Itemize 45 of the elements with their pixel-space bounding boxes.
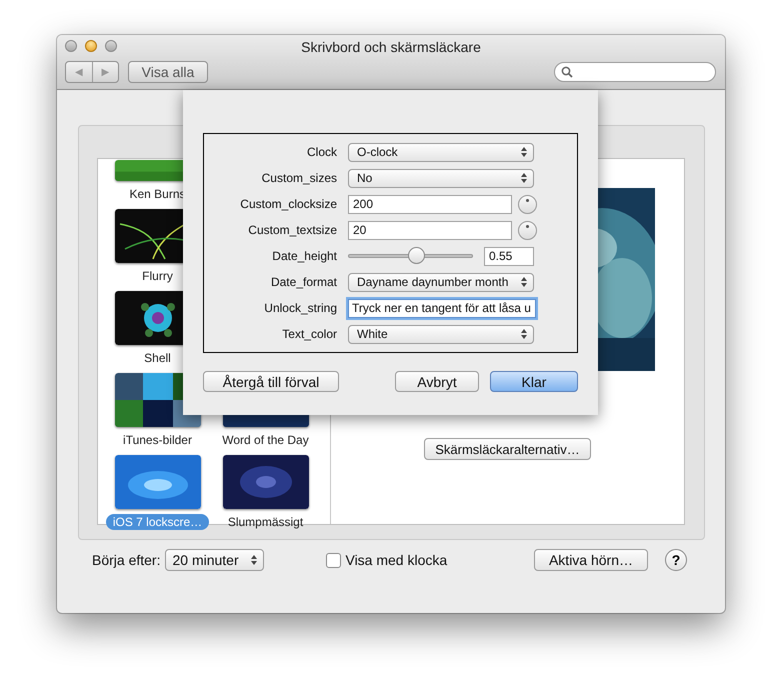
close-button[interactable] bbox=[65, 40, 77, 52]
option-label: Date_height bbox=[271, 249, 338, 263]
screensaver-item[interactable]: iTunes-bilder bbox=[116, 432, 199, 448]
value-field[interactable]: 0.55 bbox=[484, 246, 534, 266]
minimize-button[interactable] bbox=[85, 40, 97, 52]
option-popup[interactable]: White bbox=[348, 324, 534, 344]
screensaver-item[interactable]: Shell bbox=[137, 350, 178, 366]
slider[interactable] bbox=[348, 247, 473, 265]
sheet-button[interactable]: Återgå till förval bbox=[203, 371, 339, 392]
search-field[interactable] bbox=[554, 62, 716, 82]
window-title: Skrivbord och skärmsläckare bbox=[301, 39, 481, 55]
option-label: Text_color bbox=[281, 327, 338, 341]
option-label: Clock bbox=[306, 145, 338, 159]
option-popup[interactable]: Dayname daynumber month bbox=[348, 272, 534, 292]
zoom-button[interactable] bbox=[105, 40, 117, 52]
sheet-button[interactable]: Avbryt bbox=[395, 371, 479, 392]
hot-corners-button[interactable]: Aktiva hörn… bbox=[534, 549, 648, 571]
text-field[interactable]: Tryck ner en tangent för att låsa u bbox=[348, 298, 536, 318]
start-after-label: Börja efter: bbox=[92, 552, 160, 568]
show-clock-checkbox[interactable]: Visa med klocka bbox=[326, 552, 448, 568]
show-all-button[interactable]: Visa alla bbox=[128, 61, 208, 83]
updown-arrows-icon bbox=[521, 277, 527, 287]
number-field[interactable]: 20 bbox=[348, 220, 512, 240]
knob-control[interactable] bbox=[518, 194, 537, 214]
updown-arrows-icon bbox=[521, 173, 527, 183]
option-label: Custom_textsize bbox=[247, 223, 338, 237]
screensaver-item[interactable]: Slumpmässigt bbox=[220, 514, 310, 530]
sheet-button[interactable]: Klar bbox=[490, 371, 578, 392]
screensaver-item[interactable]: Flurry bbox=[135, 268, 180, 284]
option-popup[interactable]: No bbox=[348, 168, 534, 188]
help-button[interactable]: ? bbox=[665, 549, 687, 571]
option-label: Unlock_string bbox=[263, 301, 338, 315]
start-after-popup[interactable]: 20 minuter bbox=[165, 549, 264, 571]
search-icon bbox=[561, 66, 573, 78]
option-popup[interactable]: O-clock bbox=[348, 142, 534, 162]
number-field[interactable]: 200 bbox=[348, 194, 512, 214]
screensaver-options-button[interactable]: Skärmsläckaralternativ… bbox=[424, 438, 591, 460]
option-label: Custom_clocksize bbox=[239, 197, 338, 211]
option-label: Custom_sizes bbox=[260, 171, 338, 185]
updown-arrows-icon bbox=[521, 147, 527, 157]
screensaver-item[interactable]: Word of the Day bbox=[215, 432, 316, 448]
knob-control[interactable] bbox=[518, 220, 537, 240]
option-label: Date_format bbox=[270, 275, 338, 289]
updown-arrows-icon bbox=[521, 329, 527, 339]
updown-arrows-icon bbox=[251, 555, 258, 565]
